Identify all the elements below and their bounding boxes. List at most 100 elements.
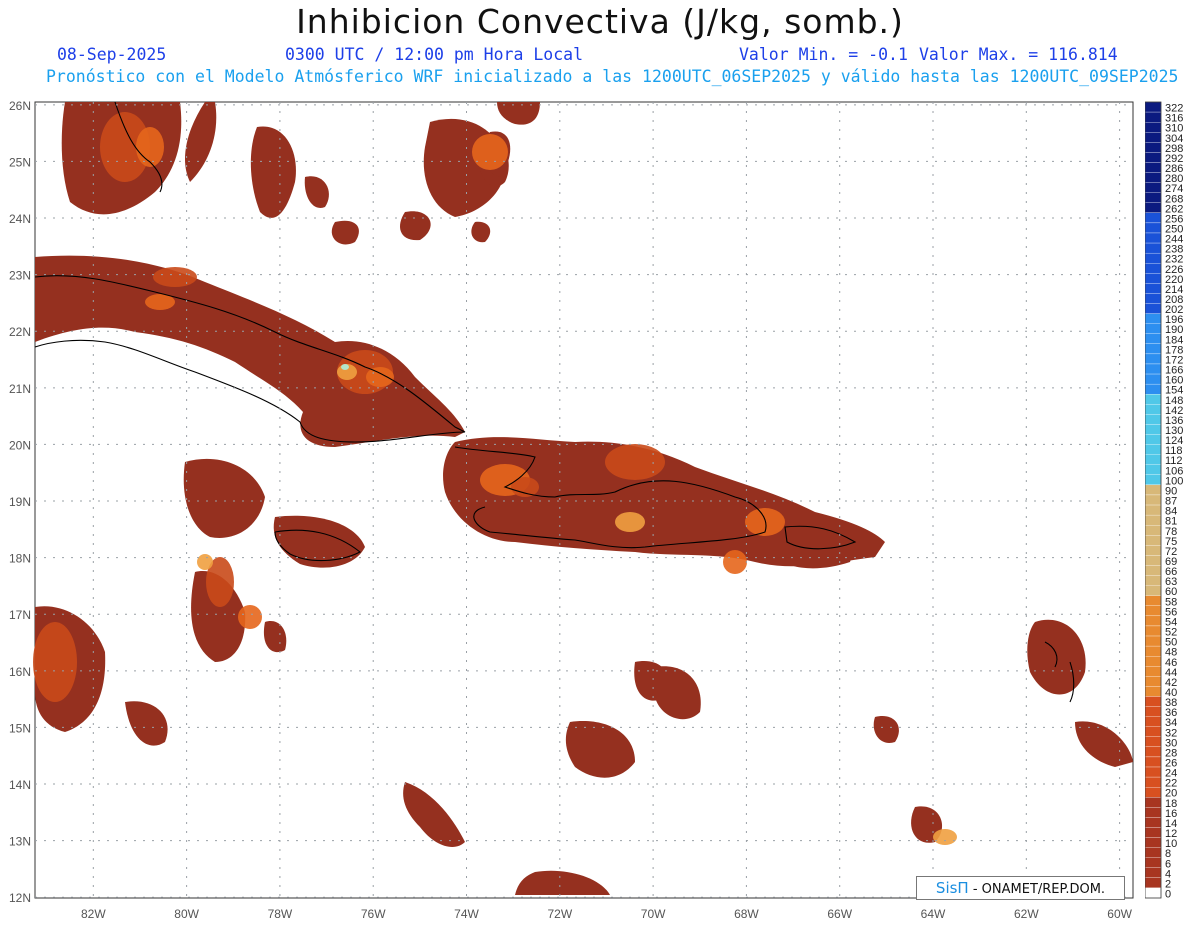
colorbar-swatch	[1145, 504, 1162, 516]
cin-highlight	[238, 605, 262, 629]
colorbar-swatch	[1145, 454, 1162, 465]
colorbar-swatch	[1145, 797, 1162, 808]
colorbar-swatch	[1145, 303, 1162, 314]
colorbar-swatch	[1145, 595, 1162, 606]
colorbar-swatch	[1145, 635, 1162, 647]
lat-tick-label: 18N	[9, 552, 31, 566]
colorbar-swatch	[1145, 172, 1162, 183]
lat-tick-label: 22N	[9, 325, 31, 339]
colorbar-swatch	[1145, 343, 1162, 355]
lon-tick-label: 78W	[268, 907, 293, 921]
colorbar-swatch	[1145, 525, 1162, 536]
cin-highlight	[136, 127, 164, 167]
colorbar-swatch	[1145, 847, 1162, 858]
lon-tick-label: 82W	[81, 907, 106, 921]
lat-tick-label: 25N	[9, 155, 31, 169]
colorbar-swatch	[1145, 293, 1162, 304]
colorbar-swatch	[1145, 232, 1162, 244]
lon-tick-label: 70W	[641, 907, 666, 921]
colorbar-swatch	[1145, 101, 1162, 113]
colorbar-swatch	[1145, 514, 1162, 526]
lat-tick-label: 26N	[9, 99, 31, 113]
sispi-logo-text: SisΠ	[935, 879, 969, 897]
chart-title: Inhibicion Convectiva (J/kg, somb.)	[296, 2, 904, 41]
colorbar-swatch	[1145, 363, 1162, 375]
colorbar-swatch	[1145, 222, 1162, 234]
colorbar-swatch	[1145, 676, 1162, 687]
colorbar-swatch	[1145, 484, 1162, 496]
lon-tick-label: 68W	[734, 907, 759, 921]
colorbar-swatch	[1145, 252, 1162, 264]
colorbar-swatch	[1145, 736, 1162, 748]
colorbar-swatch	[1145, 565, 1162, 576]
colorbar-swatch	[1145, 192, 1162, 203]
colorbar-swatch	[1145, 716, 1162, 727]
colorbar-swatch	[1145, 132, 1162, 143]
lon-tick-label: 76W	[361, 907, 386, 921]
colorbar-swatch	[1145, 414, 1162, 425]
lat-tick-label: 15N	[9, 721, 31, 735]
colorbar-swatch	[1145, 212, 1162, 224]
lat-tick-label: 23N	[9, 269, 31, 283]
credit-text: - ONAMET/REP.DOM.	[968, 882, 1106, 897]
colorbar-swatch	[1145, 746, 1162, 758]
colorbar-swatch	[1145, 404, 1162, 415]
colorbar-swatch	[1145, 283, 1162, 294]
colorbar-swatch	[1145, 333, 1162, 344]
lat-tick-label: 24N	[9, 212, 31, 226]
colorbar-swatch	[1145, 494, 1162, 506]
cin-highlight	[33, 622, 77, 702]
colorbar-swatch	[1145, 122, 1162, 133]
lat-tick-label: 12N	[9, 891, 31, 905]
colorbar-swatch	[1145, 585, 1162, 596]
colorbar-swatch	[1145, 837, 1162, 848]
colorbar-swatch	[1145, 887, 1162, 899]
map-panel: 26N 25N 24N 23N 22N 21N 20N 19N 18N 17N 16N 15N 14N 1…	[9, 99, 1134, 921]
colorbar-label: 0	[1165, 889, 1171, 901]
lon-tick-label: 60W	[1107, 907, 1132, 921]
colorbar-swatch	[1145, 394, 1162, 405]
colorbar-swatch	[1145, 313, 1162, 324]
forecast-time: 0300 UTC / 12:00 pm Hora Local	[285, 45, 584, 64]
colorbar-swatch	[1145, 182, 1162, 193]
colorbar-swatch	[1145, 142, 1162, 153]
lon-tick-label: 74W	[454, 907, 479, 921]
colorbar-swatch	[1145, 656, 1162, 667]
colorbar-swatch	[1145, 555, 1162, 566]
lat-tick-label: 21N	[9, 382, 31, 396]
colorbar-swatch	[1145, 373, 1162, 385]
colorbar-swatch	[1145, 474, 1162, 486]
cin-highlight	[341, 364, 349, 370]
colorbar-swatch	[1145, 444, 1162, 455]
colorbar-swatch	[1145, 424, 1162, 435]
colorbar-swatch	[1145, 857, 1162, 868]
lon-tick-label: 66W	[827, 907, 852, 921]
colorbar-swatch	[1145, 625, 1162, 637]
colorbar-swatch	[1145, 696, 1162, 707]
colorbar-swatch	[1145, 323, 1162, 334]
colorbar-swatch	[1145, 383, 1162, 395]
colorbar-swatch	[1145, 807, 1162, 818]
cin-highlight	[933, 829, 957, 845]
colorbar-swatch	[1145, 867, 1162, 878]
value-max: Valor Max. = 116.814	[919, 45, 1118, 64]
cin-highlight	[366, 367, 394, 387]
colorbar-swatch	[1145, 263, 1162, 274]
colorbar-swatch	[1145, 111, 1162, 123]
colorbar-swatch	[1145, 827, 1162, 838]
colorbar-swatch	[1145, 645, 1162, 657]
colorbar-swatch	[1145, 776, 1162, 788]
colorbar-swatch	[1145, 273, 1162, 284]
colorbar-swatch	[1145, 162, 1162, 173]
cin-highlight	[615, 512, 645, 532]
colorbar-swatch	[1145, 766, 1162, 778]
colorbar-swatch	[1145, 242, 1162, 254]
colorbar-swatch	[1145, 353, 1162, 365]
lat-tick-label: 14N	[9, 778, 31, 792]
lon-tick-label: 62W	[1014, 907, 1039, 921]
colorbar-swatch	[1145, 202, 1162, 213]
lon-tick-label: 72W	[547, 907, 572, 921]
credit-box: SisΠ - ONAMET/REP.DOM.	[916, 876, 1125, 900]
cin-highlight	[605, 444, 665, 480]
lat-tick-label: 13N	[9, 835, 31, 849]
